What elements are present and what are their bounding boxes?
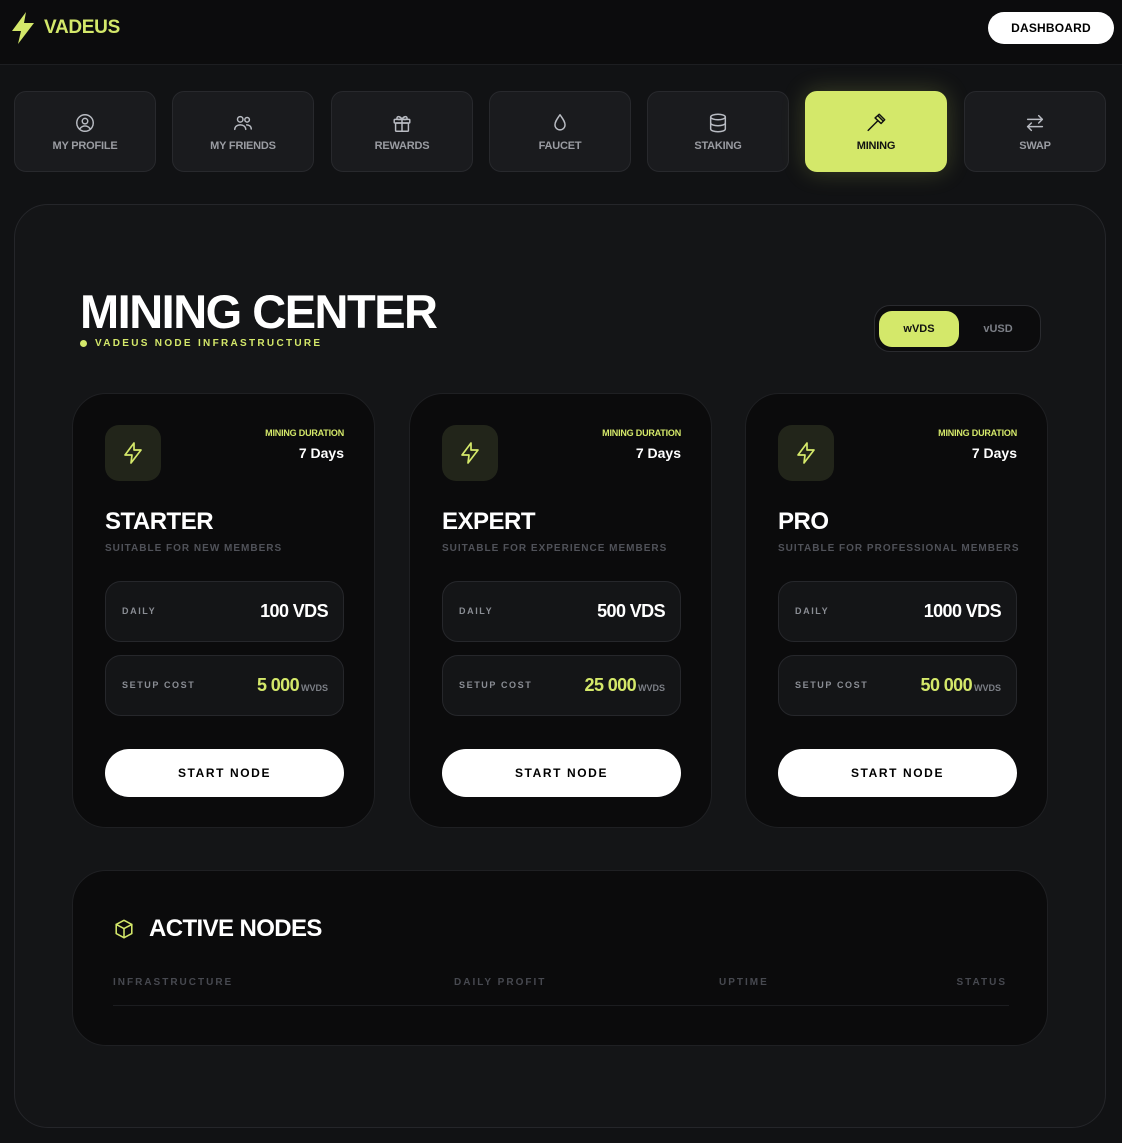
tab-my-profile[interactable]: MY PROFILE bbox=[14, 91, 156, 172]
page-subtitle: VADEUS NODE INFRASTRUCTURE bbox=[80, 338, 322, 349]
tab-faucet[interactable]: FAUCET bbox=[489, 91, 631, 172]
setup-cost-value: 25 000 WVDS bbox=[585, 675, 665, 696]
toggle-option-vusd[interactable]: vUSD bbox=[958, 311, 1038, 347]
active-nodes-header: ACTIVE NODES bbox=[113, 915, 322, 943]
cube-icon bbox=[115, 919, 133, 939]
lightning-icon bbox=[797, 442, 815, 464]
tab-label: SWAP bbox=[1019, 139, 1051, 152]
plan-description: SUITABLE FOR EXPERIENCE MEMBERS bbox=[442, 543, 668, 554]
daily-label: DAILY bbox=[459, 606, 494, 616]
user-circle-icon bbox=[76, 113, 94, 132]
hammer-icon bbox=[867, 113, 886, 131]
plan-icon bbox=[105, 425, 161, 481]
top-bar: VADEUS DASHBOARD bbox=[0, 0, 1122, 65]
lightning-logo-icon bbox=[12, 12, 34, 44]
setup-cost-label: SETUP COST bbox=[795, 680, 869, 690]
tab-label: MY PROFILE bbox=[52, 139, 118, 152]
plan-description: SUITABLE FOR PROFESSIONAL MEMBERS bbox=[778, 543, 1020, 554]
duration-label: MINING DURATION bbox=[938, 428, 1017, 438]
daily-label: DAILY bbox=[122, 606, 157, 616]
cost-unit: WVDS bbox=[638, 683, 665, 693]
start-node-button[interactable]: START NODE bbox=[442, 749, 681, 797]
duration-value: 7 Days bbox=[971, 445, 1017, 461]
daily-stat: DAILY 100 VDS bbox=[105, 581, 344, 642]
plan-card-pro: MINING DURATION 7 Days PRO SUITABLE FOR … bbox=[745, 393, 1048, 828]
plan-card-starter: MINING DURATION 7 Days STARTER SUITABLE … bbox=[72, 393, 375, 828]
setup-cost-stat: SETUP COST 5 000 WVDS bbox=[105, 655, 344, 716]
plan-icon bbox=[442, 425, 498, 481]
page-title: MINING CENTER bbox=[80, 285, 438, 338]
daily-value: 1000 VDS bbox=[923, 601, 1002, 621]
cost-amount: 25 000 bbox=[584, 675, 637, 695]
duration-value: 7 Days bbox=[298, 445, 344, 461]
subtitle-text: VADEUS NODE INFRASTRUCTURE bbox=[95, 338, 323, 349]
tab-label: REWARDS bbox=[374, 139, 430, 152]
setup-cost-value: 50 000 WVDS bbox=[921, 675, 1001, 696]
table-divider bbox=[113, 1005, 1009, 1006]
duration-value: 7 Days bbox=[635, 445, 681, 461]
column-header-infrastructure: INFRASTRUCTURE bbox=[113, 977, 234, 988]
duration-label: MINING DURATION bbox=[602, 428, 681, 438]
cost-amount: 5 000 bbox=[256, 675, 300, 695]
tab-mining[interactable]: MINING bbox=[805, 91, 947, 172]
lightning-icon bbox=[461, 442, 479, 464]
plan-description: SUITABLE FOR NEW MEMBERS bbox=[105, 543, 283, 554]
setup-cost-label: SETUP COST bbox=[122, 680, 196, 690]
currency-toggle: wVDS vUSD bbox=[874, 305, 1041, 352]
tab-label: FAUCET bbox=[538, 139, 582, 152]
duration-label: MINING DURATION bbox=[265, 428, 344, 438]
plan-name: PRO bbox=[778, 508, 829, 535]
setup-cost-label: SETUP COST bbox=[459, 680, 533, 690]
plan-icon bbox=[778, 425, 834, 481]
tab-label: STAKING bbox=[694, 139, 742, 152]
setup-cost-stat: SETUP COST 25 000 WVDS bbox=[442, 655, 681, 716]
daily-label: DAILY bbox=[795, 606, 830, 616]
tab-label: MINING bbox=[856, 139, 896, 152]
lightning-icon bbox=[124, 442, 142, 464]
column-header-daily-profit: DAILY PROFIT bbox=[454, 977, 547, 988]
brand-name: VADEUS bbox=[44, 17, 120, 38]
start-node-button[interactable]: START NODE bbox=[778, 749, 1017, 797]
gift-icon bbox=[393, 115, 411, 132]
plan-card-expert: MINING DURATION 7 Days EXPERT SUITABLE F… bbox=[409, 393, 712, 828]
toggle-option-wvds[interactable]: wVDS bbox=[879, 311, 959, 347]
tab-swap[interactable]: SWAP bbox=[964, 91, 1106, 172]
tab-staking[interactable]: STAKING bbox=[647, 91, 789, 172]
daily-stat: DAILY 500 VDS bbox=[442, 581, 681, 642]
daily-value: 500 VDS bbox=[597, 601, 665, 621]
setup-cost-value: 5 000 WVDS bbox=[257, 675, 328, 696]
column-header-uptime: UPTIME bbox=[719, 977, 769, 988]
swap-arrows-icon bbox=[1026, 114, 1044, 131]
start-node-button[interactable]: START NODE bbox=[105, 749, 344, 797]
users-icon bbox=[234, 115, 252, 130]
daily-stat: DAILY 1000 VDS bbox=[778, 581, 1017, 642]
daily-value: 100 VDS bbox=[260, 601, 328, 621]
active-nodes-panel: ACTIVE NODES INFRASTRUCTURE DAILY PROFIT… bbox=[72, 870, 1048, 1046]
active-nodes-title: ACTIVE NODES bbox=[149, 915, 322, 942]
brand-logo[interactable]: VADEUS bbox=[10, 11, 120, 45]
dashboard-button[interactable]: DASHBOARD bbox=[988, 12, 1114, 44]
column-header-status: STATUS bbox=[956, 977, 1007, 988]
tab-rewards[interactable]: REWARDS bbox=[331, 91, 473, 172]
cost-unit: WVDS bbox=[301, 683, 328, 693]
cost-unit: WVDS bbox=[974, 683, 1001, 693]
tab-my-friends[interactable]: MY FRIENDS bbox=[172, 91, 314, 172]
status-dot bbox=[80, 340, 87, 347]
database-icon bbox=[709, 113, 727, 132]
tab-label: MY FRIENDS bbox=[210, 139, 276, 152]
droplet-icon bbox=[554, 113, 566, 131]
setup-cost-stat: SETUP COST 50 000 WVDS bbox=[778, 655, 1017, 716]
plan-name: EXPERT bbox=[442, 508, 536, 535]
plan-name: STARTER bbox=[105, 508, 214, 535]
cost-amount: 50 000 bbox=[920, 675, 973, 695]
